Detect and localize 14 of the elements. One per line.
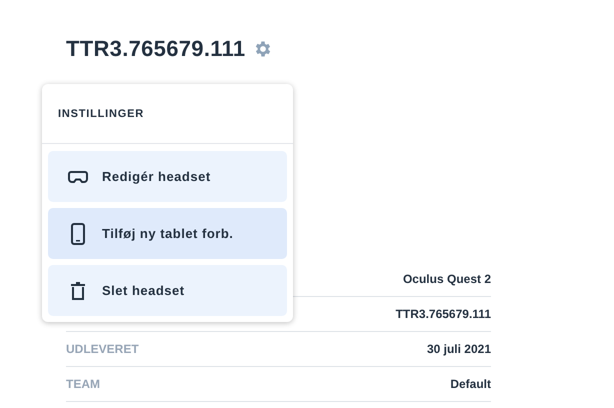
trash-icon	[68, 280, 88, 300]
detail-label: UDLEVERET	[66, 342, 139, 356]
detail-value: 30 juli 2021	[426, 342, 491, 356]
detail-value: Oculus Quest 2	[402, 272, 491, 286]
menu-item[interactable]: Redigér headset	[48, 151, 287, 202]
tablet-icon	[68, 222, 88, 244]
detail-value: TTR3.765679.111	[396, 307, 491, 321]
headset-icon	[68, 170, 88, 182]
menu-item[interactable]: Tilføj ny tablet forb.	[48, 208, 287, 259]
detail-label: TEAM	[66, 377, 100, 391]
menu-item[interactable]: Slet headset	[48, 265, 287, 316]
page-title: TTR3.765679.111	[66, 36, 246, 62]
detail-value: Default	[450, 377, 491, 391]
menu-heading: INSTILLINGER	[58, 108, 144, 120]
